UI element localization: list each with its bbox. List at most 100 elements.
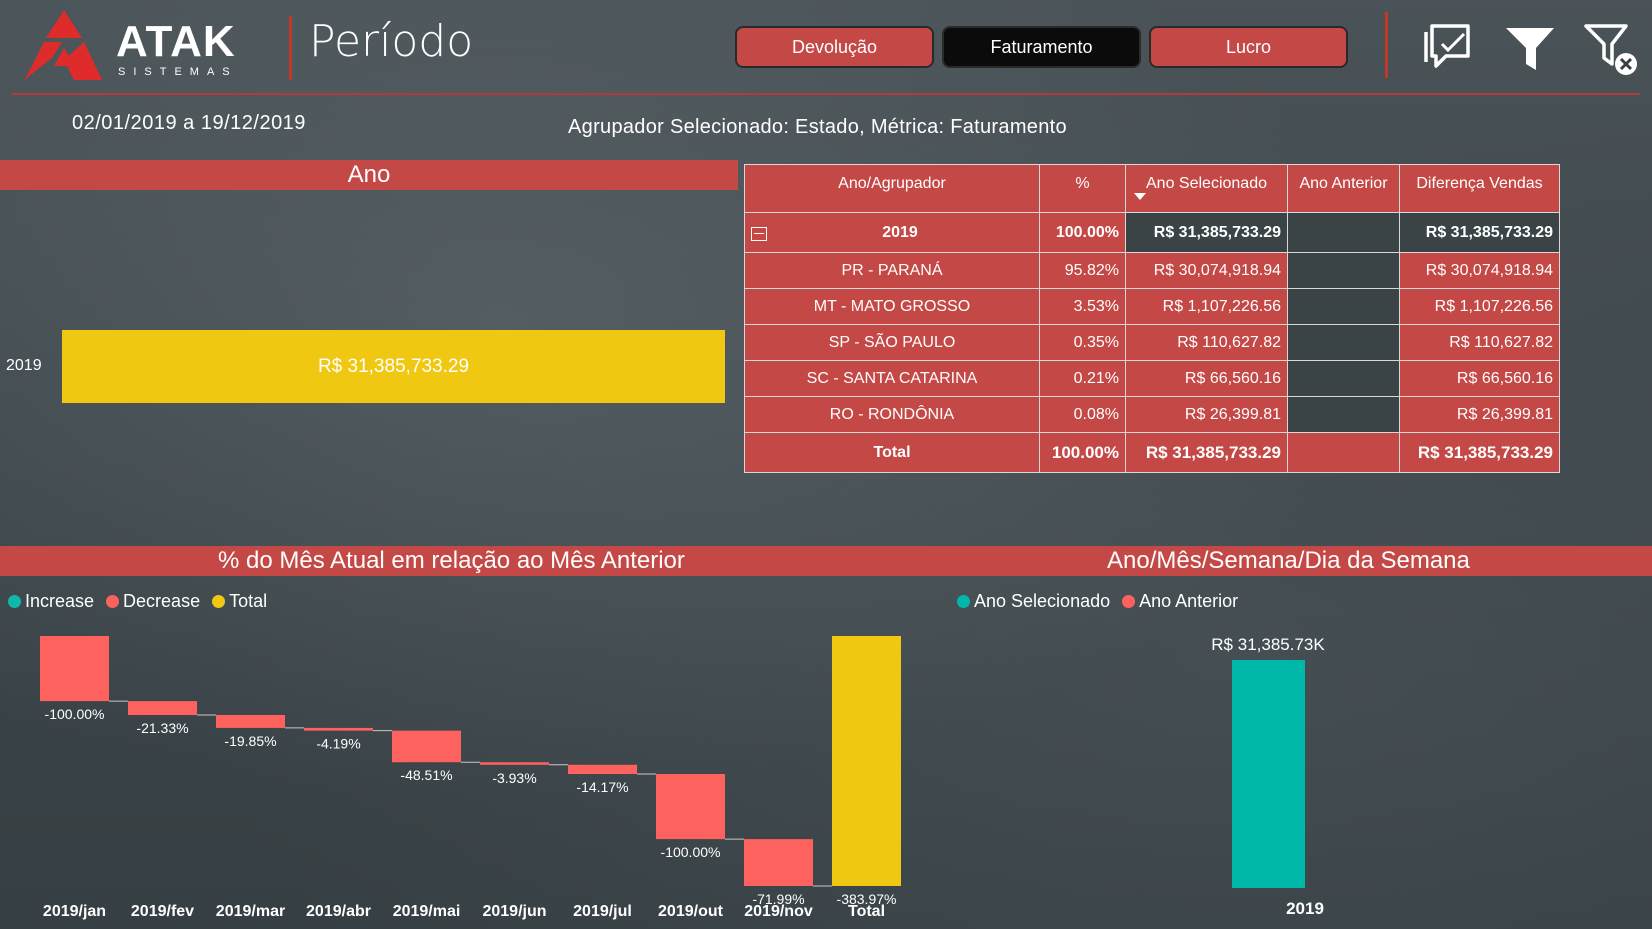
legend-total-label: Total — [229, 591, 268, 611]
total-previous — [1287, 432, 1400, 473]
table-row[interactable]: PR - PARANÁ 95.82% R$ 30,074,918.94 R$ 30,0… — [744, 252, 1560, 289]
waterfall-bar — [392, 730, 461, 763]
waterfall-data-label: -3.93% — [492, 770, 536, 786]
waterfall-bar — [832, 636, 901, 886]
waterfall-category-label: Total — [848, 903, 885, 920]
row-previous — [1287, 396, 1400, 433]
clear-filter-icon[interactable] — [1582, 18, 1642, 78]
date-range: 02/01/2019 a 19/12/2019 — [72, 112, 306, 134]
row-pct: 3.53% — [1039, 288, 1126, 325]
table-header-row: Ano/Agrupador % Ano Selecionado Ano Ante… — [744, 164, 1560, 213]
collapse-icon[interactable] — [751, 226, 767, 241]
waterfall-data-label: -48.51% — [400, 767, 452, 783]
row-previous — [1287, 288, 1400, 325]
table-group-row: 2019 100.00% R$ 31,385,733.29 R$ 31,385,… — [744, 212, 1560, 253]
decrease-dot-icon — [106, 595, 120, 608]
waterfall-data-label: -100.00% — [45, 706, 105, 722]
row-previous — [1287, 252, 1400, 289]
devolucao-button[interactable]: Devolução — [735, 26, 934, 68]
waterfall-data-label: -19.85% — [224, 733, 276, 749]
row-label: PR - PARANÁ — [744, 252, 1040, 289]
faturamento-button[interactable]: Faturamento — [942, 26, 1141, 68]
waterfall-category-label: 2019/jan — [43, 903, 106, 920]
row-diff: R$ 66,560.16 — [1399, 360, 1560, 397]
legend-decrease[interactable]: Decrease — [106, 591, 200, 612]
legend-ano-selecionado[interactable]: Ano Selecionado — [957, 591, 1110, 612]
selection-info: Agrupador Selecionado: Estado, Métrica: … — [568, 116, 1067, 138]
row-label: SC - SANTA CATARINA — [744, 360, 1040, 397]
header-underline — [12, 93, 1640, 95]
ano-selecionado-dot-icon — [957, 595, 970, 608]
ano-anterior-dot-icon — [1122, 595, 1136, 608]
waterfall-category-label: 2019/fev — [131, 903, 194, 920]
waterfall-category-label: 2019/mai — [393, 903, 461, 920]
waterfall-category-label: 2019/abr — [306, 903, 371, 920]
dia-section-title: Ano/Mês/Semana/Dia da Semana — [1107, 547, 1470, 574]
group-previous — [1287, 212, 1400, 253]
mes-section-title: % do Mês Atual em relação ao Mês Anterio… — [218, 547, 685, 574]
row-diff: R$ 1,107,226.56 — [1399, 288, 1560, 325]
group-pct: 100.00% — [1039, 212, 1126, 253]
lower-section-bar: % do Mês Atual em relação ao Mês Anterio… — [0, 546, 1652, 576]
ano-bar-value: R$ 31,385,733.29 — [317, 355, 470, 377]
group-selected: R$ 31,385,733.29 — [1125, 212, 1288, 253]
row-pct: 95.82% — [1039, 252, 1126, 289]
col-header-ano-selecionado-label: Ano Selecionado — [1146, 175, 1267, 192]
legend-ano-selecionado-label: Ano Selecionado — [974, 591, 1111, 611]
col-header-ano-anterior[interactable]: Ano Anterior — [1287, 164, 1400, 213]
total-selected: R$ 31,385,733.29 — [1125, 432, 1288, 473]
legend-total[interactable]: Total — [212, 591, 267, 612]
waterfall-bar — [216, 714, 285, 728]
col-header-diferenca-vendas[interactable]: Diferença Vendas — [1399, 164, 1560, 213]
comment-icon[interactable] — [1418, 18, 1478, 78]
col-header-pct[interactable]: % — [1039, 164, 1126, 213]
row-diff: R$ 30,074,918.94 — [1399, 252, 1560, 289]
table-row[interactable]: MT - MATO GROSSO 3.53% R$ 1,107,226.56 R$ 1… — [744, 288, 1560, 325]
total-diff: R$ 31,385,733.29 — [1399, 432, 1560, 473]
row-selected: R$ 110,627.82 — [1125, 324, 1288, 361]
waterfall-bar — [128, 701, 197, 715]
sort-desc-icon — [1134, 193, 1146, 200]
legend-ano-anterior[interactable]: Ano Anterior — [1122, 591, 1238, 612]
row-diff: R$ 26,399.81 — [1399, 396, 1560, 433]
table-row[interactable]: SP - SÃO PAULO 0.35% R$ 110,627.82 R$ 110,6… — [744, 324, 1560, 361]
lucro-button[interactable]: Lucro — [1149, 26, 1348, 68]
total-dot-icon — [212, 595, 226, 608]
col-header-ano-selecionado[interactable]: Ano Selecionado — [1125, 164, 1288, 213]
row-label: RO - RONDÔNIA — [744, 396, 1040, 433]
filter-icon[interactable] — [1500, 18, 1560, 78]
row-pct: 0.08% — [1039, 396, 1126, 433]
logo-subtitle: SISTEMAS — [118, 66, 238, 78]
ano-legend: Ano Selecionado Ano Anterior — [957, 591, 1238, 612]
total-pct: 100.00% — [1039, 432, 1126, 473]
ano-bar[interactable]: R$ 31,385,733.29 — [62, 330, 725, 403]
legend-increase[interactable]: Increase — [8, 591, 94, 612]
row-label: SP - SÃO PAULO — [744, 324, 1040, 361]
col-header-ano-agrupador[interactable]: Ano/Agrupador — [744, 164, 1040, 213]
group-label: 2019 — [882, 223, 918, 241]
legend-ano-anterior-label: Ano Anterior — [1139, 591, 1239, 611]
ano-bar-value-label: R$ 31,385.73K — [1211, 635, 1325, 654]
waterfall-data-label: -14.17% — [576, 779, 628, 795]
logo-text: ATAK — [116, 17, 236, 66]
ano-selecionado-bar — [1232, 660, 1305, 888]
page-title: Período — [309, 16, 474, 67]
total-label: Total — [744, 432, 1040, 473]
group-diff: R$ 31,385,733.29 — [1399, 212, 1560, 253]
waterfall-bar — [568, 764, 637, 775]
waterfall-data-label: -21.33% — [136, 720, 188, 736]
waterfall-category-label: 2019/jun — [482, 903, 546, 920]
waterfall-bar — [40, 636, 109, 702]
group-cell: 2019 — [744, 212, 1040, 253]
row-pct: 0.21% — [1039, 360, 1126, 397]
waterfall-bar — [744, 839, 813, 886]
waterfall-data-label: -100.00% — [661, 844, 721, 860]
waterfall-category-label: 2019/nov — [744, 903, 813, 920]
row-previous — [1287, 360, 1400, 397]
ano-category-label: 2019 — [1286, 899, 1324, 918]
header-divider — [289, 16, 292, 80]
table-row[interactable]: RO - RONDÔNIA 0.08% R$ 26,399.81 R$ 26,399.… — [744, 396, 1560, 433]
table-row[interactable]: SC - SANTA CATARINA 0.21% R$ 66,560.16 R$ 6… — [744, 360, 1560, 397]
waterfall-data-label: -4.19% — [316, 736, 360, 752]
data-table: Ano/Agrupador % Ano Selecionado Ano Ante… — [744, 164, 1560, 473]
